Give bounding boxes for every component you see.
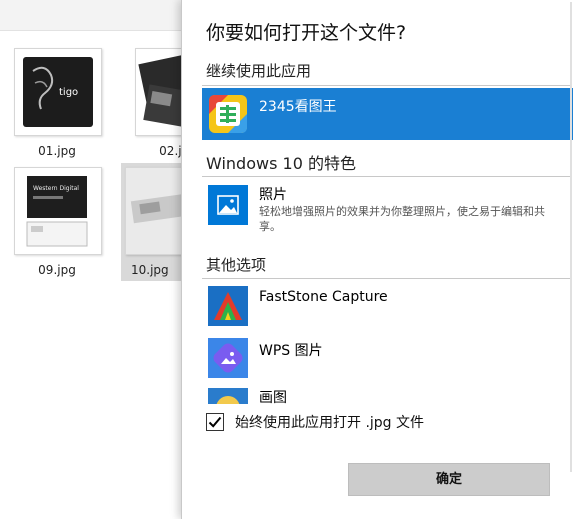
app-item-wps[interactable]: WPS 图片 xyxy=(202,333,573,381)
divider xyxy=(202,278,570,279)
always-use-label: 始终使用此应用打开 .jpg 文件 xyxy=(235,415,425,431)
app-name: WPS 图片 xyxy=(259,343,323,359)
app-item-faststone[interactable]: FastStone Capture xyxy=(202,281,573,329)
photos-icon xyxy=(208,185,248,225)
app-name: 画图 xyxy=(259,390,287,404)
faststone-capture-icon xyxy=(208,286,248,326)
app-item-paint[interactable]: 画图 xyxy=(202,385,573,404)
wps-picture-icon xyxy=(208,338,248,378)
app-name: 2345看图王 xyxy=(259,99,337,115)
divider xyxy=(202,85,570,86)
ok-button[interactable]: 确定 xyxy=(348,463,550,496)
thumb-brand-text: Western Digital xyxy=(33,185,79,192)
scrollbar-track[interactable] xyxy=(570,2,572,472)
file-thumbnail: tigo xyxy=(14,48,102,136)
always-use-checkbox[interactable] xyxy=(206,413,224,431)
app-description: 轻松地增强照片的效果并为你整理照片，使之易于编辑和共享。 xyxy=(259,205,545,233)
file-item-09[interactable]: Western Digital 09.jpg xyxy=(10,163,104,281)
section-windows: Windows 10 的特色 xyxy=(206,154,356,173)
section-continue: 继续使用此应用 xyxy=(206,62,312,80)
section-other: 其他选项 xyxy=(206,256,267,274)
paint-icon xyxy=(208,388,248,404)
explorer-toolbar xyxy=(0,0,185,31)
file-name: 09.jpg xyxy=(38,263,76,277)
divider xyxy=(202,176,570,177)
file-item-10[interactable]: 10.jpg xyxy=(121,163,187,281)
app-name: FastStone Capture xyxy=(259,289,388,305)
app-name: 照片 xyxy=(259,187,287,203)
file-item-01[interactable]: tigo 01.jpg xyxy=(10,44,104,162)
file-thumbnail xyxy=(125,167,187,255)
file-name: 01.jpg xyxy=(38,144,76,158)
file-thumbnail: Western Digital xyxy=(14,167,102,255)
app-item-2345-viewer[interactable]: 2345看图王 xyxy=(202,88,573,140)
open-with-dialog: 你要如何打开这个文件? 继续使用此应用 2345看图王 Windows 10 的… xyxy=(181,0,573,519)
thumb-brand-text: tigo xyxy=(59,87,78,98)
file-explorer: tigo 01.jpg 02.jpg Western Digital 09.jp… xyxy=(0,0,223,519)
checkmark-icon xyxy=(208,416,222,428)
2345-viewer-icon xyxy=(208,94,248,134)
app-item-photos[interactable]: 照片 轻松地增强照片的效果并为你整理照片，使之易于编辑和共享。 xyxy=(202,179,573,237)
dialog-title: 你要如何打开这个文件? xyxy=(206,22,407,44)
